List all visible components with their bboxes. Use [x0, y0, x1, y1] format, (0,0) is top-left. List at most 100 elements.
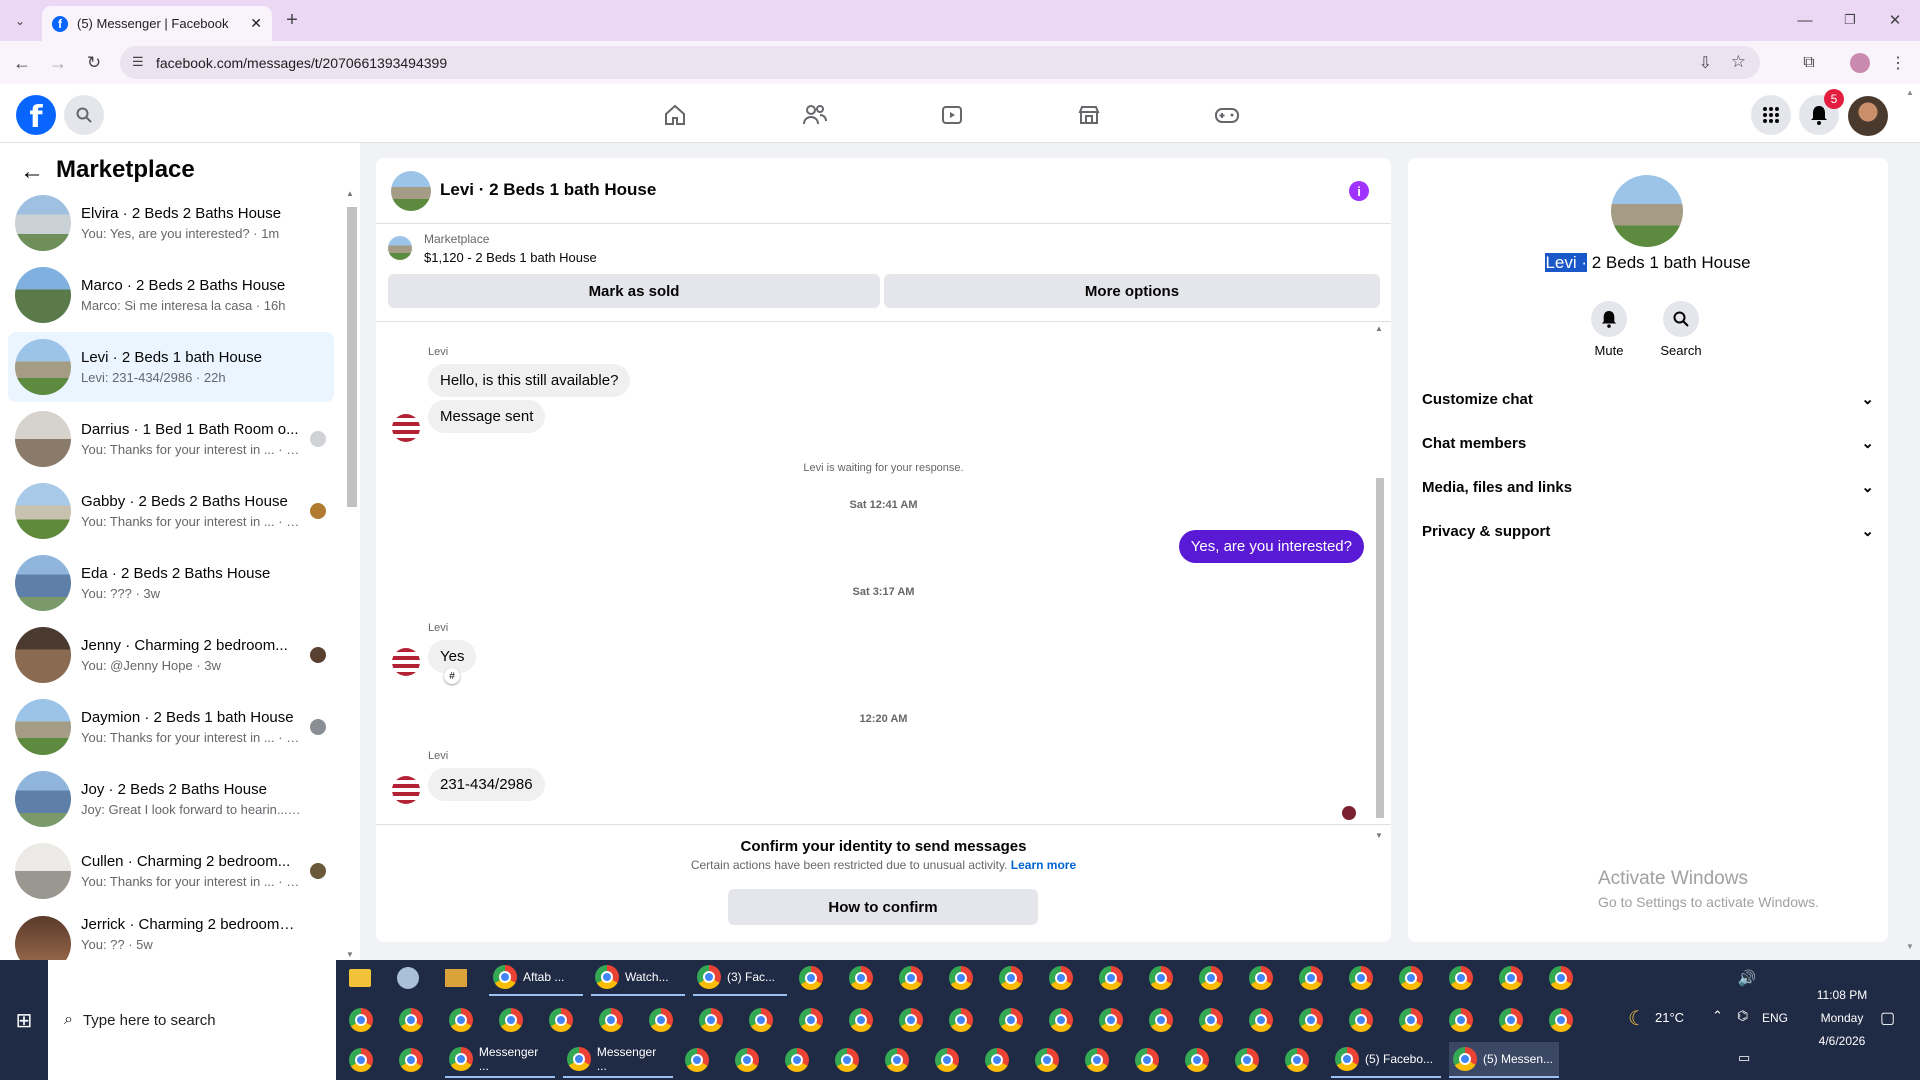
chrome-icon[interactable] — [1395, 1002, 1427, 1038]
reload-icon[interactable]: ↻ — [82, 52, 106, 74]
chrome-icon[interactable] — [1081, 1042, 1113, 1078]
file-explorer-icon[interactable] — [345, 960, 375, 996]
conversation-item[interactable]: Marco · 2 Beds 2 Baths House Marco: Si me… — [8, 260, 334, 330]
search-chat-icon[interactable] — [1663, 301, 1699, 337]
chrome-icon[interactable] — [395, 1042, 427, 1078]
conversation-item[interactable]: Gabby · 2 Beds 2 Baths House You: Thanks … — [8, 476, 334, 546]
chrome-icon[interactable] — [1181, 1042, 1213, 1078]
chrome-icon[interactable] — [1295, 1002, 1327, 1038]
chrome-icon[interactable] — [981, 1042, 1013, 1078]
network-icon[interactable]: ⌬ — [1737, 1008, 1748, 1024]
chrome-icon[interactable] — [595, 1002, 627, 1038]
chrome-icon[interactable] — [995, 960, 1027, 996]
install-app-icon[interactable]: ⇩ — [1699, 53, 1712, 73]
windows-start-icon[interactable]: ⊞ — [10, 1006, 38, 1034]
conversation-item[interactable]: Eda · 2 Beds 2 Baths House You: ??? · 3w — [8, 548, 334, 618]
chrome-icon[interactable] — [1345, 960, 1377, 996]
conversation-item[interactable]: Daymion · 2 Beds 1 bath House You: Thanks… — [8, 692, 334, 762]
chrome-icon[interactable] — [1145, 960, 1177, 996]
new-tab-icon[interactable]: + — [280, 8, 304, 32]
chrome-icon[interactable] — [895, 1002, 927, 1038]
clock-time[interactable]: 11:08 PM — [1800, 988, 1884, 1002]
reaction-badge[interactable]: # — [444, 668, 460, 684]
chrome-icon[interactable] — [1231, 1042, 1263, 1078]
scrollbar-thumb[interactable] — [1376, 478, 1384, 818]
taskbar-app[interactable]: (3) Fac... — [693, 960, 787, 996]
gaming-icon[interactable] — [1207, 100, 1247, 130]
chat-members-row[interactable]: Chat members ⌄ — [1422, 434, 1874, 453]
customize-chat-row[interactable]: Customize chat ⌄ — [1422, 390, 1874, 409]
chrome-icon[interactable] — [545, 1002, 577, 1038]
details-avatar[interactable] — [1611, 175, 1683, 247]
close-tab-icon[interactable]: ✕ — [250, 15, 262, 32]
app-icon[interactable] — [393, 960, 423, 996]
desktop-icon[interactable]: ▭ — [1738, 1050, 1750, 1066]
app-icon[interactable] — [441, 960, 471, 996]
chrome-icon[interactable] — [1145, 1002, 1177, 1038]
chrome-icon[interactable] — [1545, 960, 1577, 996]
chrome-icon[interactable] — [745, 1002, 777, 1038]
back-arrow-icon[interactable]: ← — [18, 158, 46, 186]
bookmark-star-icon[interactable]: ☆ — [1731, 52, 1746, 72]
my-message-bubble[interactable]: Yes, are you interested? — [1178, 530, 1364, 563]
address-bar[interactable]: ☰ facebook.com/messages/t/20706613934943… — [120, 46, 1760, 79]
chrome-icon[interactable] — [1495, 960, 1527, 996]
conversation-item[interactable]: Jenny · Charming 2 bedroom... You: @Jenny… — [8, 620, 334, 690]
chrome-icon[interactable] — [831, 1042, 863, 1078]
chrome-icon[interactable] — [1445, 1002, 1477, 1038]
site-info-icon[interactable]: ☰ — [132, 54, 144, 70]
sidebar-scrollbar[interactable]: ▲ ▼ — [346, 189, 358, 959]
taskbar-app-active[interactable]: (5) Messen... — [1449, 1042, 1559, 1078]
chat-title[interactable]: Levi · 2 Beds 1 bath House — [440, 180, 656, 200]
language-indicator[interactable]: ENG — [1762, 1011, 1788, 1025]
chrome-icon[interactable] — [1095, 960, 1127, 996]
privacy-support-row[interactable]: Privacy & support ⌄ — [1422, 522, 1874, 541]
chrome-icon[interactable] — [1245, 1002, 1277, 1038]
chrome-icon[interactable] — [1295, 960, 1327, 996]
chrome-icon[interactable] — [795, 960, 827, 996]
chrome-icon[interactable] — [1395, 960, 1427, 996]
mark-as-sold-button[interactable]: Mark as sold — [388, 274, 880, 308]
conversation-item[interactable]: Elvira · 2 Beds 2 Baths House You: Yes, a… — [8, 188, 334, 258]
mute-label[interactable]: Mute — [1581, 343, 1637, 358]
chrome-icon[interactable] — [1345, 1002, 1377, 1038]
profile-icon[interactable] — [1850, 53, 1870, 73]
conversation-item[interactable]: Joy · 2 Beds 2 Baths House Joy: Great I l… — [8, 764, 334, 834]
chrome-icon[interactable] — [1031, 1042, 1063, 1078]
conversation-item[interactable]: Jerrick · Charming 2 bedrooms-... You: ??… — [8, 908, 334, 960]
message-bubble[interactable]: Hello, is this still available? — [428, 364, 631, 397]
chrome-icon[interactable] — [1495, 1002, 1527, 1038]
chrome-icon[interactable] — [495, 1002, 527, 1038]
browser-tab[interactable]: f (5) Messenger | Facebook ✕ — [42, 6, 272, 41]
message-bubble[interactable]: Message sent — [428, 400, 546, 433]
sender-avatar[interactable] — [392, 414, 420, 442]
minimize-icon[interactable]: — — [1795, 8, 1815, 32]
chrome-icon[interactable] — [395, 1002, 427, 1038]
chrome-icon[interactable] — [1095, 1002, 1127, 1038]
chrome-icon[interactable] — [681, 1042, 713, 1078]
how-to-confirm-button[interactable]: How to confirm — [728, 889, 1038, 925]
chrome-icon[interactable] — [995, 1002, 1027, 1038]
chrome-icon[interactable] — [1281, 1042, 1313, 1078]
chrome-icon[interactable] — [1195, 1002, 1227, 1038]
weather-temp[interactable]: 21°C — [1655, 1010, 1684, 1025]
scrollbar-thumb[interactable] — [347, 207, 357, 507]
account-avatar[interactable] — [1848, 96, 1888, 136]
chrome-icon[interactable] — [895, 960, 927, 996]
chrome-icon[interactable] — [845, 1002, 877, 1038]
conversation-item-active[interactable]: Levi · 2 Beds 1 bath House Levi: 231-434/… — [8, 332, 334, 402]
search-icon[interactable] — [64, 95, 104, 135]
media-files-row[interactable]: Media, files and links ⌄ — [1422, 478, 1874, 497]
chrome-icon[interactable] — [931, 1042, 963, 1078]
mute-bell-icon[interactable] — [1591, 301, 1627, 337]
video-icon[interactable] — [932, 100, 972, 130]
info-icon[interactable]: i — [1349, 181, 1369, 201]
window-close-icon[interactable]: ✕ — [1885, 8, 1905, 32]
taskbar-app[interactable]: Watch... — [591, 960, 685, 996]
taskbar-app[interactable]: Messenger ... — [563, 1042, 673, 1078]
chrome-icon[interactable] — [881, 1042, 913, 1078]
chrome-icon[interactable] — [1045, 1002, 1077, 1038]
chrome-icon[interactable] — [1045, 960, 1077, 996]
scroll-down-icon[interactable]: ▼ — [346, 950, 354, 959]
chrome-icon[interactable] — [1245, 960, 1277, 996]
